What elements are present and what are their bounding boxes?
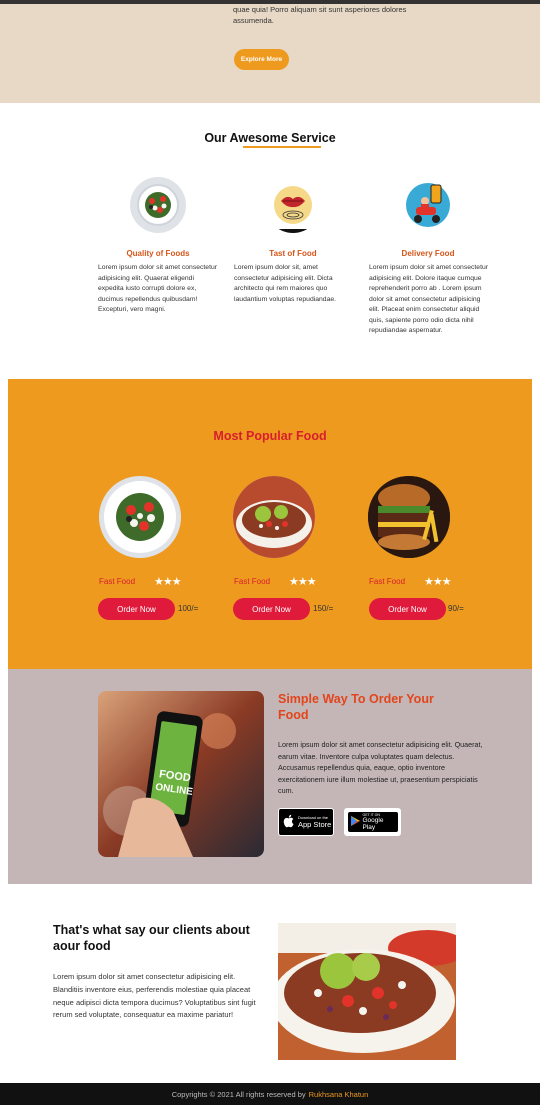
footer-text: Copyrights © 2021 All rights reserved by [171,1089,306,1099]
order-title: Simple Way To Order Your Food [278,692,434,722]
food-name: Fast Food [369,577,406,586]
explore-more-button[interactable]: Explore More [234,49,289,70]
order-now-button[interactable]: Order Now [369,598,446,620]
testimonial-title: That's what say our clients about aour f… [53,923,250,953]
testimonial-description: Lorem ipsum dolor sit amet consectetur a… [53,972,256,1020]
services-title-underline [243,146,321,148]
footer-author-link[interactable]: Rukhsana Khatun [309,1090,369,1099]
food-price: 150/= [313,604,334,613]
app-store-button[interactable]: Download on the App Store [278,808,334,836]
service-description: Lorem ipsum dolor sit amet consectetur a… [369,264,488,334]
order-section: FOOD ONLINE Simple Way To Order Your Foo… [8,669,532,884]
food-image-salad [99,476,181,558]
hero-section: quae quia! Porro aliquam sit sunt asperi… [0,4,540,103]
popular-food-section: Most Popular Food Fast Food ★★★ Fast Foo… [8,379,532,669]
popular-title: Most Popular Food [213,429,327,443]
service-description: Lorem ipsum dolor sit, amet consectetur … [234,264,337,303]
google-play-button[interactable]: GET IT ON Google Play [344,808,401,836]
star-rating-icon: ★★★ [289,576,317,588]
service-name: Quality of Foods [126,249,190,258]
footer: Copyrights © 2021 All rights reserved by… [0,1083,540,1105]
food-image-burger [368,476,450,558]
service-description: Lorem ipsum dolor sit amet consectetur a… [98,264,217,313]
service-name: Delivery Food [401,249,455,258]
star-rating-icon: ★★★ [154,576,182,588]
order-now-button[interactable]: Order Now [98,598,175,620]
food-price: 100/= [178,604,199,613]
delivery-scooter-icon [400,177,456,233]
app-store-label: App Store [298,820,332,829]
hero-text: quae quia! Porro aliquam sit sunt asperi… [233,5,407,25]
lips-taste-icon [265,177,321,233]
food-price: 90/= [448,604,464,613]
testimonial-food-image [278,923,456,1060]
food-name: Fast Food [234,577,271,586]
order-now-button[interactable]: Order Now [233,598,310,620]
phone-food-online-image: FOOD ONLINE [98,691,264,857]
food-name: Fast Food [99,577,136,586]
google-play-icon [350,813,360,831]
salad-bowl-icon [130,177,186,233]
food-image-bowl [233,476,315,558]
google-play-label: Google Play [362,817,384,831]
apple-icon [283,814,295,830]
services-title: Our Awesome Service [204,131,336,145]
service-name: Tast of Food [269,249,317,258]
order-description: Lorem ipsum dolor sit amet consectetur a… [278,740,483,795]
star-rating-icon: ★★★ [424,576,452,588]
